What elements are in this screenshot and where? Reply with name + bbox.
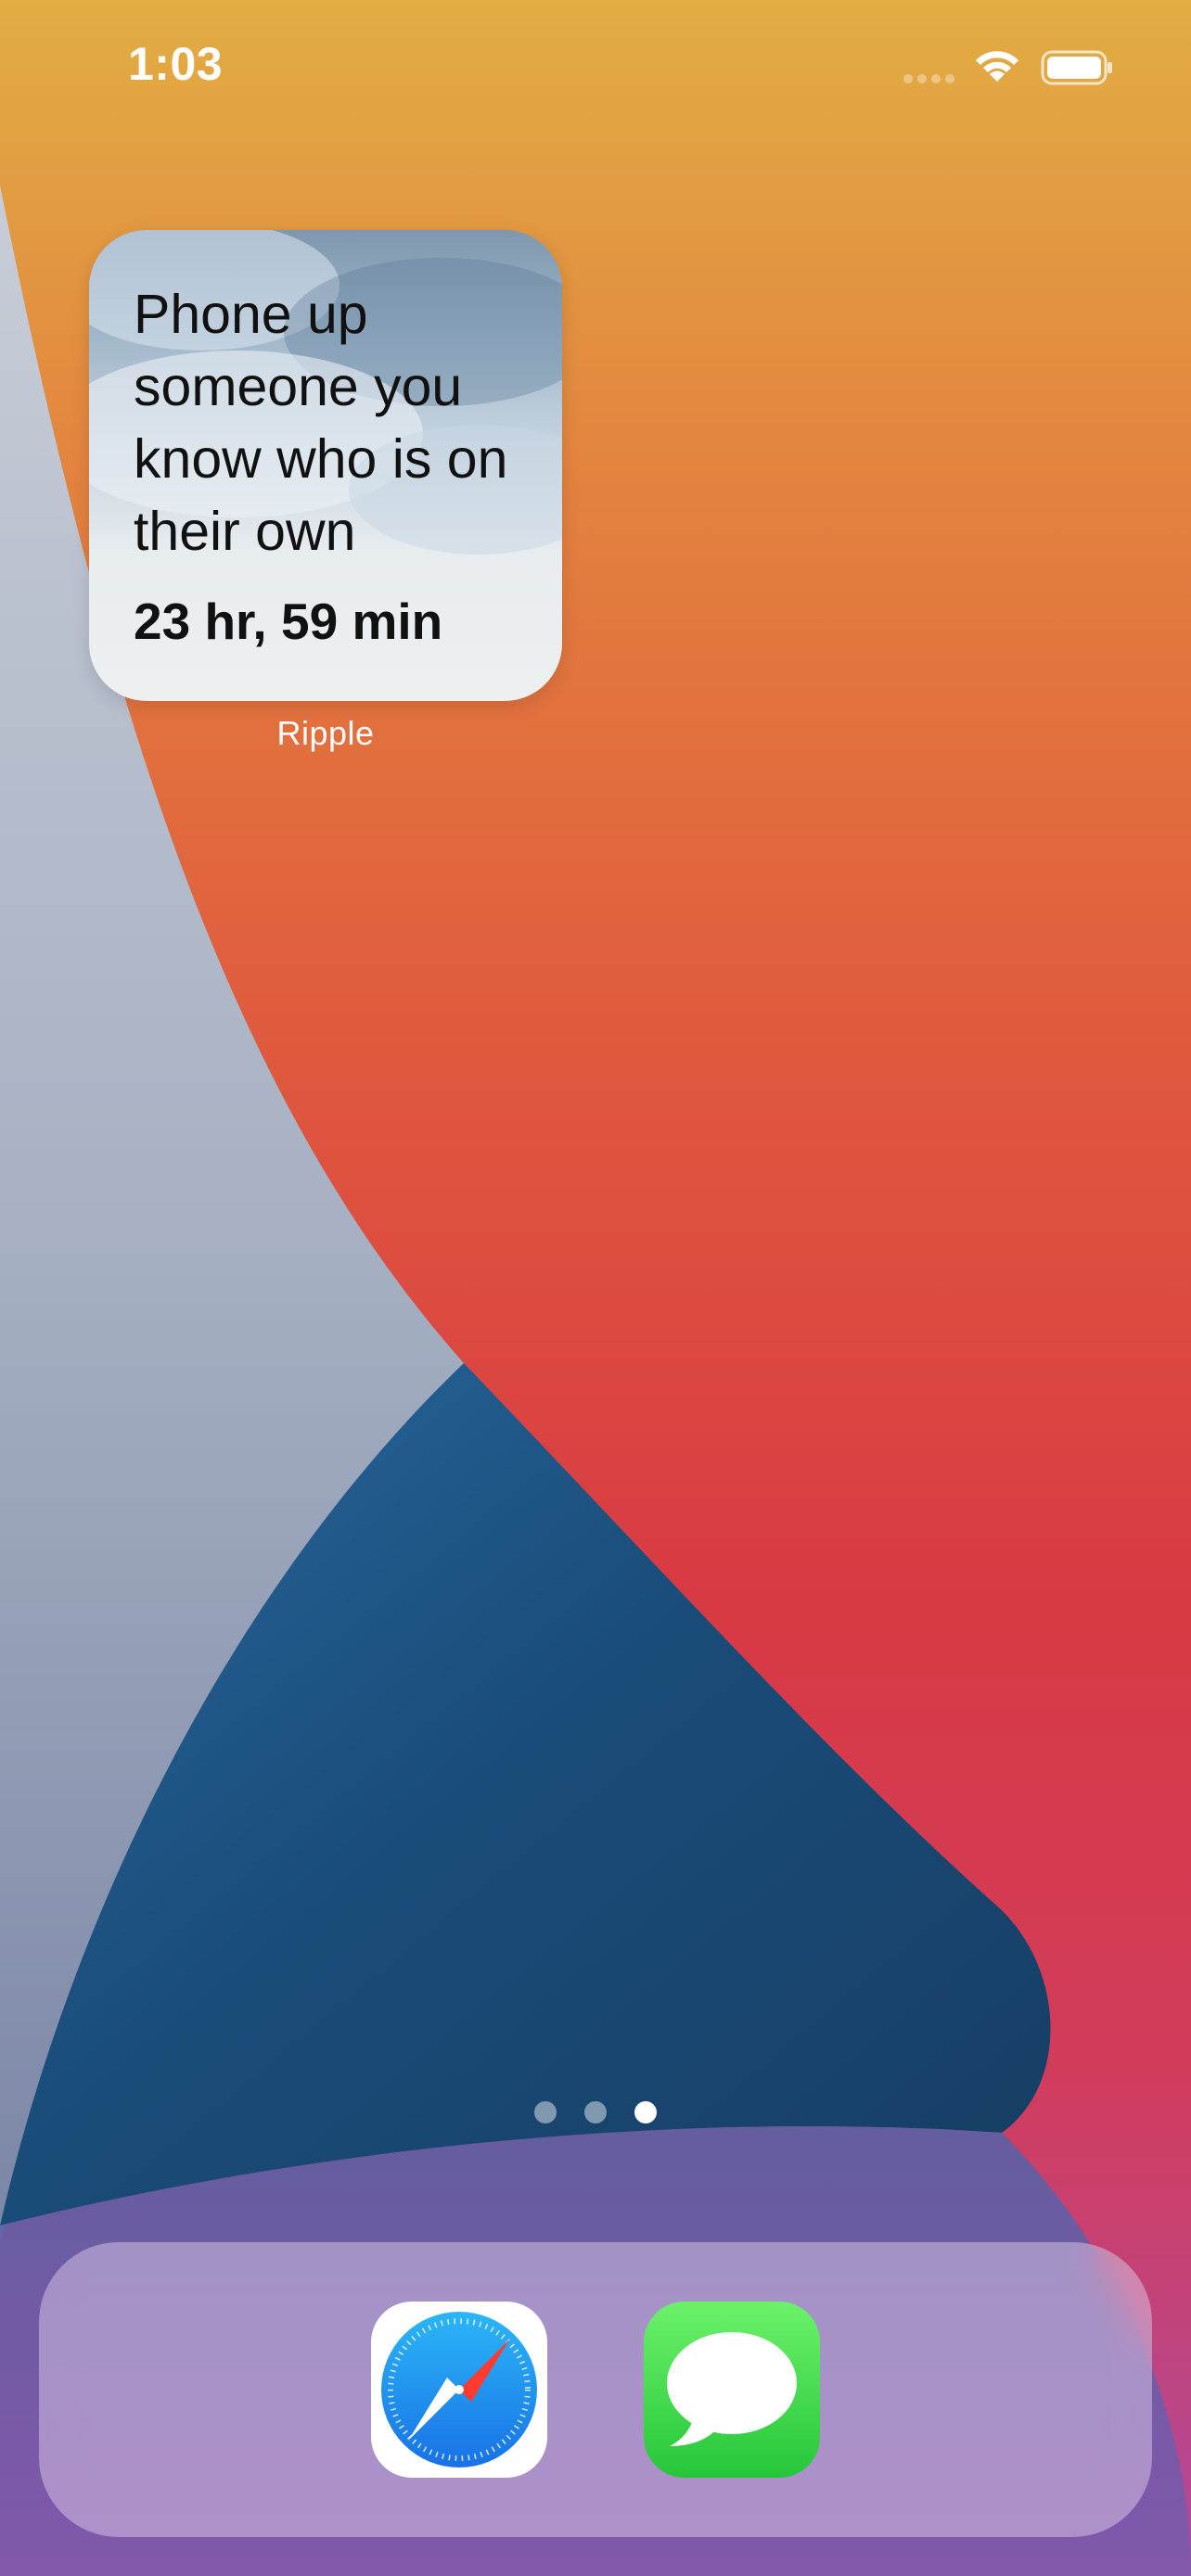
- speech-bubble-icon: [667, 2332, 797, 2446]
- ripple-widget[interactable]: Phone up someone you know who is on thei…: [89, 230, 562, 701]
- page-dot-2[interactable]: [584, 2101, 607, 2123]
- widget-app-label: Ripple: [276, 714, 375, 752]
- status-time: 1:03: [128, 38, 224, 90]
- home-screen: 1:03 Phone up someone you know who is on…: [0, 0, 1191, 2576]
- page-dot-3[interactable]: [634, 2101, 657, 2123]
- messages-app-icon[interactable]: [644, 2302, 820, 2478]
- battery-icon: [1041, 50, 1112, 85]
- safari-compass-icon: [381, 2312, 537, 2468]
- page-indicator[interactable]: [0, 2101, 1191, 2123]
- cellular-signal-icon: [903, 74, 955, 85]
- widget-prompt: Phone up someone you know who is on thei…: [134, 284, 508, 562]
- dock: [39, 2242, 1152, 2537]
- widget-timer: 23 hr, 59 min: [134, 593, 443, 650]
- page-dot-1[interactable]: [534, 2101, 557, 2123]
- wifi-icon: [976, 51, 1018, 82]
- safari-app-icon[interactable]: [371, 2302, 547, 2478]
